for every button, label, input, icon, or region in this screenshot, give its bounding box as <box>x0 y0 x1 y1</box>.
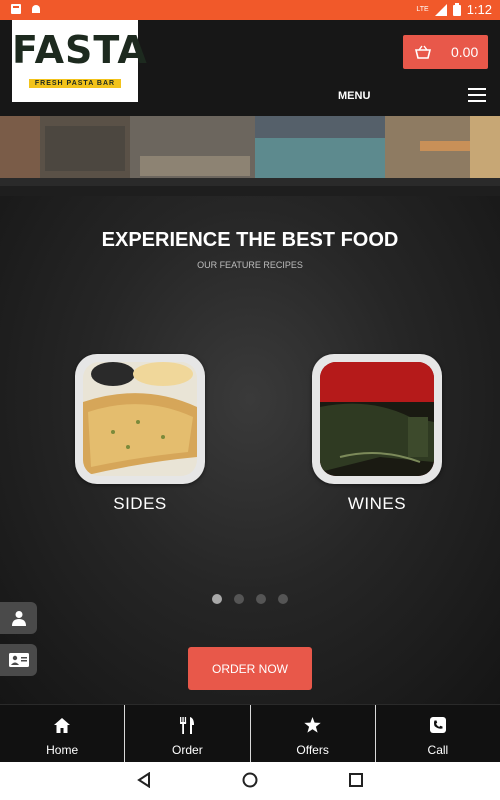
basket-icon <box>415 45 431 59</box>
account-tab[interactable] <box>0 602 37 634</box>
system-navigation-bar <box>0 762 500 800</box>
home-circle-icon[interactable] <box>242 772 258 788</box>
featured-section: EXPERIENCE THE BEST FOOD OUR FEATURE REC… <box>0 196 500 704</box>
battery-icon <box>452 3 461 16</box>
carousel-dot[interactable] <box>212 594 222 604</box>
home-icon <box>54 717 71 733</box>
clock: 1:12 <box>466 2 492 17</box>
id-card-icon <box>8 653 29 667</box>
cart-total: 0.00 <box>451 44 479 60</box>
status-bar: LTE 1:12 <box>0 0 500 20</box>
notification-icon <box>11 4 21 14</box>
section-title: EXPERIENCE THE BEST FOOD <box>101 229 399 251</box>
bottom-navigation: Home Order Offers Call <box>0 704 500 762</box>
nav-label: Home <box>46 743 79 757</box>
app-header: FASTA FRESH PASTA BAR 0.00 MENU <box>0 20 500 116</box>
recipe-card-sides[interactable]: SIDES <box>75 354 205 514</box>
nav-offers[interactable]: Offers <box>249 705 375 762</box>
wines-image <box>320 362 434 476</box>
card-label: WINES <box>347 494 407 513</box>
contact-card-tab[interactable] <box>0 644 37 676</box>
recipe-card-wines[interactable]: WINES <box>312 354 442 514</box>
carousel-dot[interactable] <box>256 594 266 604</box>
carousel-indicator <box>212 594 288 604</box>
nav-home[interactable]: Home <box>0 705 124 762</box>
logo-tagline: FRESH PASTA BAR <box>28 79 122 88</box>
nav-label: Order <box>172 743 203 757</box>
nav-label: Call <box>427 743 449 757</box>
sides-image <box>83 362 197 476</box>
cart-button[interactable]: 0.00 <box>403 35 488 69</box>
recents-icon[interactable] <box>349 773 363 787</box>
nav-label: Offers <box>296 743 329 757</box>
nav-order[interactable]: Order <box>124 705 249 762</box>
menu-label[interactable]: MENU <box>338 90 370 102</box>
phone-icon <box>429 717 446 733</box>
user-icon <box>11 611 26 626</box>
star-icon <box>304 717 321 733</box>
card-label: SIDES <box>113 494 167 513</box>
logo[interactable]: FASTA FRESH PASTA BAR <box>12 20 148 102</box>
hamburger-menu-icon[interactable] <box>468 88 486 102</box>
nav-call[interactable]: Call <box>374 705 500 762</box>
order-now-button[interactable]: ORDER NOW <box>188 647 312 690</box>
section-subtitle: OUR FEATURE RECIPES <box>197 260 303 270</box>
cutlery-icon <box>180 716 195 734</box>
logo-wordmark: FASTA <box>12 28 148 72</box>
restaurant-banner-image <box>0 116 500 186</box>
back-icon[interactable] <box>137 772 151 788</box>
app-screen: LTE 1:12 FASTA FRESH PASTA BAR 0.00 MENU <box>0 0 500 800</box>
android-icon <box>32 5 40 13</box>
carousel-dot[interactable] <box>278 594 288 604</box>
signal-icon <box>434 3 447 16</box>
carousel-dot[interactable] <box>234 594 244 604</box>
network-label: LTE <box>416 6 429 13</box>
